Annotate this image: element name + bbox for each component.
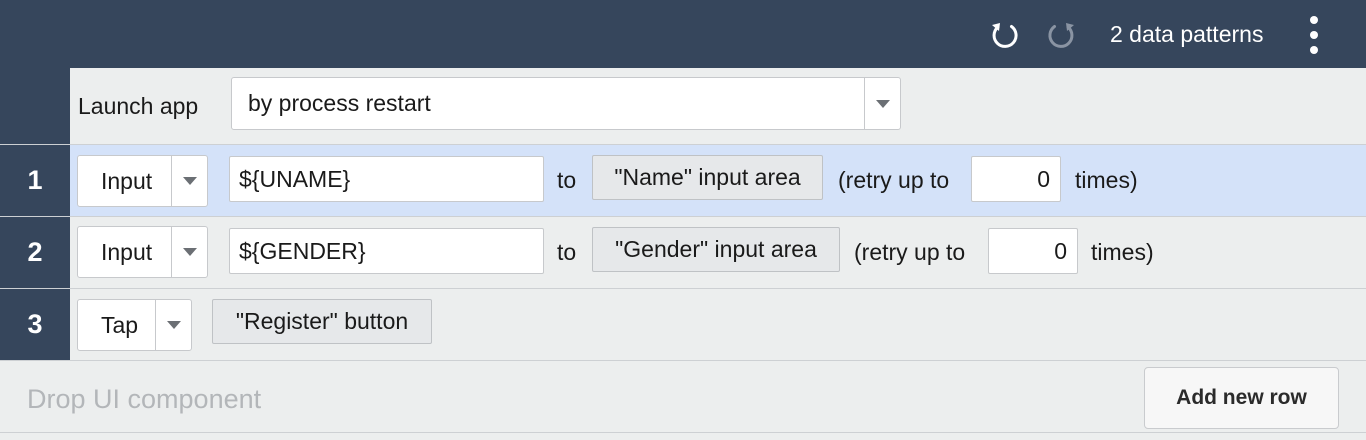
target-component-chip[interactable]: "Gender" input area [592, 227, 840, 272]
action-dropdown[interactable] [171, 156, 207, 206]
action-value: Tap [101, 311, 139, 338]
target-component-chip[interactable]: "Register" button [212, 299, 432, 344]
chevron-down-icon [875, 99, 890, 108]
drop-zone-placeholder[interactable]: Drop UI component [27, 383, 261, 415]
step-row-2[interactable]: 2 Input ${GENDER} to "Gender" input area… [0, 217, 1366, 289]
to-label: to [557, 239, 577, 265]
launch-mode-dropdown[interactable] [864, 78, 900, 129]
data-patterns-label[interactable]: 2 data patterns [1110, 20, 1263, 48]
undo-icon [992, 23, 1018, 48]
retry-suffix-label: times) [1075, 167, 1138, 193]
retry-suffix-label: times) [1091, 239, 1154, 265]
action-select[interactable]: Input [77, 155, 208, 207]
to-label: to [557, 167, 577, 193]
step-row-1[interactable]: 1 Input ${UNAME} to "Name" input area (r… [0, 145, 1366, 217]
undo-button[interactable] [986, 15, 1022, 55]
redo-icon [1048, 23, 1074, 48]
action-select[interactable]: Input [77, 226, 208, 278]
top-bar: 2 data patterns [0, 0, 1366, 68]
target-component-chip[interactable]: "Name" input area [592, 155, 823, 200]
retry-count-input[interactable]: 0 [971, 156, 1061, 202]
action-select[interactable]: Tap [77, 299, 192, 351]
vertical-dots-icon [1310, 16, 1318, 24]
launch-mode-value: by process restart [248, 90, 431, 116]
chevron-down-icon [182, 248, 197, 256]
step-number: 2 [0, 217, 70, 288]
step-row-3[interactable]: 3 Tap "Register" button [0, 289, 1366, 361]
redo-button[interactable] [1044, 15, 1080, 55]
value-input[interactable]: ${GENDER} [229, 228, 544, 274]
action-dropdown[interactable] [155, 300, 191, 350]
retry-prefix-label: (retry up to [838, 167, 950, 193]
step-number: 1 [0, 145, 70, 216]
action-value: Input [101, 238, 153, 265]
more-menu-button[interactable] [1298, 10, 1330, 60]
row-gutter [0, 68, 70, 144]
launch-mode-select[interactable]: by process restart [231, 77, 901, 130]
chevron-down-icon [182, 177, 197, 185]
launch-app-label: Launch app [78, 93, 199, 119]
launch-row: Launch app by process restart [0, 68, 1366, 145]
retry-count-input[interactable]: 0 [988, 228, 1078, 274]
action-dropdown[interactable] [171, 227, 207, 277]
retry-prefix-label: (retry up to [854, 239, 966, 265]
add-new-row-button[interactable]: Add new row [1144, 367, 1339, 429]
step-number: 3 [0, 289, 70, 360]
action-value: Input [101, 167, 153, 194]
chevron-down-icon [166, 321, 181, 329]
value-input[interactable]: ${UNAME} [229, 156, 544, 202]
footer-row: Drop UI component Add new row [0, 361, 1366, 433]
